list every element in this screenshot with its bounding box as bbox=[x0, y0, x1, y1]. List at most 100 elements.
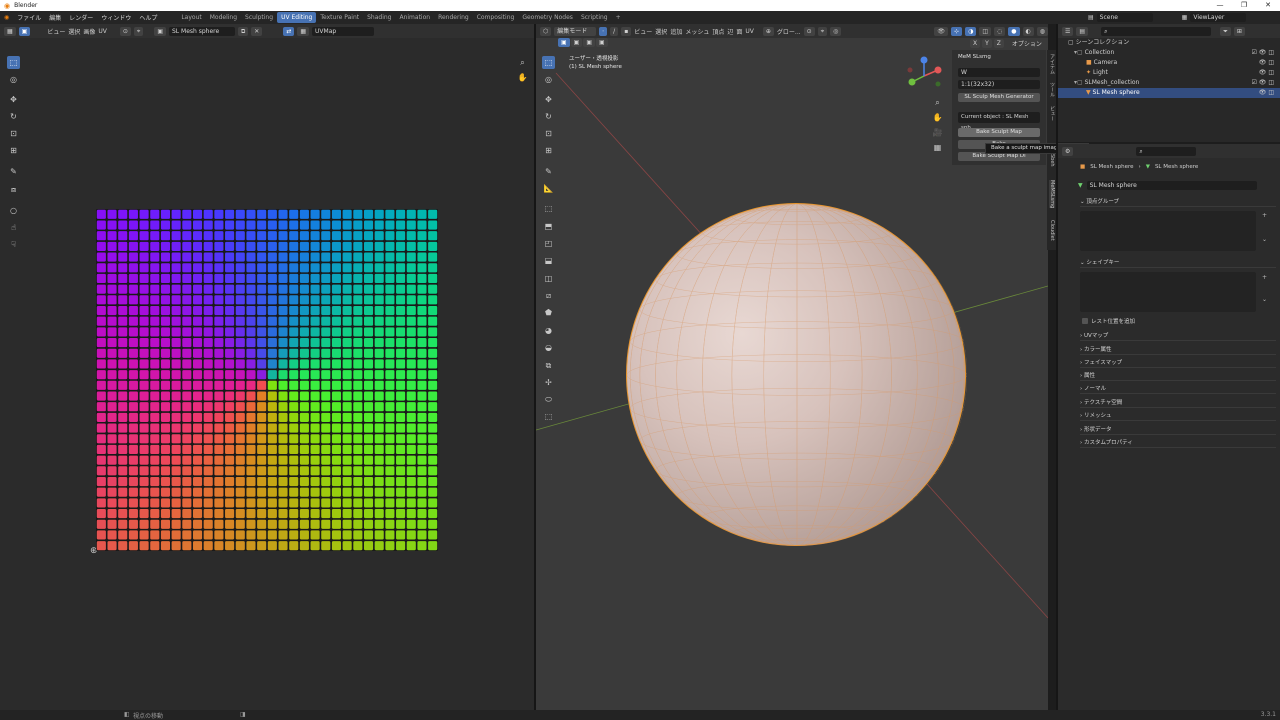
section-remesh[interactable]: › リメッシュ bbox=[1080, 412, 1276, 421]
display-mode-icon[interactable]: ▤ bbox=[1076, 26, 1089, 36]
v3d-menu-add[interactable]: 追加 bbox=[670, 27, 682, 36]
properties-editor-icon[interactable]: ⚙ bbox=[1062, 146, 1074, 156]
uvmap-icon[interactable]: ▦ bbox=[297, 26, 310, 36]
pinch-tool-icon[interactable]: ☟ bbox=[7, 238, 20, 251]
image-name-field[interactable]: SL Mesh sphere bbox=[168, 26, 235, 36]
tab-rendering[interactable]: Rendering bbox=[434, 12, 473, 23]
tab-uv-editing[interactable]: UV Editing bbox=[277, 12, 317, 23]
face-mode-icon[interactable]: ▪ bbox=[621, 26, 632, 36]
shading-wire-icon[interactable]: ◌ bbox=[994, 26, 1006, 36]
uv-menu-uv[interactable]: UV bbox=[98, 28, 107, 35]
tab-animation[interactable]: Animation bbox=[395, 12, 434, 23]
new-collection-icon[interactable]: ⊞ bbox=[1233, 26, 1245, 36]
filter-icon[interactable]: ⏷ bbox=[1220, 26, 1231, 36]
v3d-menu-vertex[interactable]: 頂点 bbox=[712, 27, 724, 36]
vertex-group-menu-icon[interactable]: ⌄ bbox=[1262, 236, 1267, 243]
mode-selector[interactable]: 編集モード bbox=[554, 26, 597, 36]
section-face-maps[interactable]: › フェイスマップ bbox=[1080, 359, 1276, 368]
cursor-tool-icon[interactable]: ◎ bbox=[7, 73, 20, 86]
outliner-row-sl-mesh-sphere[interactable]: ▼ SL Mesh sphere 👁 ◫ bbox=[1058, 88, 1280, 98]
properties-search-input[interactable]: ⌕ bbox=[1136, 146, 1197, 156]
outliner-row-camera[interactable]: ■ Camera 👁 ◫ bbox=[1058, 58, 1280, 68]
section-vertex-groups[interactable]: ⌄ 頂点グループ bbox=[1080, 198, 1276, 207]
v3d-menu-mesh[interactable]: メッシュ bbox=[685, 27, 709, 36]
v3d-menu-select[interactable]: 選択 bbox=[655, 27, 667, 36]
outliner-row-light[interactable]: ✦ Light 👁 ◫ bbox=[1058, 68, 1280, 78]
section-texture-space[interactable]: › テクスチャ空間 bbox=[1080, 399, 1276, 408]
menu-window[interactable]: ウィンドウ bbox=[97, 13, 135, 22]
snap-3d-icon[interactable]: ⌖ bbox=[817, 26, 828, 36]
v3d-menu-view[interactable]: ビュー bbox=[634, 27, 652, 36]
close-button[interactable]: ✕ bbox=[1256, 0, 1280, 11]
shape-key-menu-icon[interactable]: ⌄ bbox=[1262, 296, 1267, 303]
uv-menu-image[interactable]: 画像 bbox=[83, 27, 95, 36]
relax-tool-icon[interactable]: ☝ bbox=[7, 221, 20, 234]
shape-keys-list[interactable] bbox=[1080, 272, 1256, 312]
menu-render[interactable]: レンダー bbox=[65, 13, 97, 22]
tab-tool[interactable]: ツール bbox=[1049, 82, 1056, 97]
tab-layout[interactable]: Layout bbox=[177, 12, 205, 23]
menu-help[interactable]: ヘルプ bbox=[135, 13, 161, 22]
v3d-menu-face[interactable]: 面 bbox=[736, 27, 742, 36]
tab-modeling[interactable]: Modeling bbox=[206, 12, 241, 23]
sync-icon[interactable]: ⇄ bbox=[283, 26, 295, 36]
tab-geometry-nodes[interactable]: Geometry Nodes bbox=[518, 12, 577, 23]
view-layer-selector[interactable]: ViewLayer bbox=[1190, 13, 1247, 22]
image-browse-icon[interactable]: ▣ bbox=[154, 26, 166, 36]
uv-menu-select[interactable]: 選択 bbox=[68, 27, 80, 36]
select-mode-button[interactable]: ▣ bbox=[18, 26, 31, 36]
bake-sculpt-map-button[interactable]: Bake Sculpt Map bbox=[958, 128, 1040, 137]
grab-tool-icon[interactable]: ○ bbox=[7, 204, 20, 217]
visibility-toggles[interactable]: ☑ 👁 ◫ bbox=[1252, 48, 1274, 58]
edge-mode-icon[interactable]: / bbox=[610, 26, 619, 36]
addon-dropdown-1[interactable]: W bbox=[958, 68, 1040, 77]
tab-compositing[interactable]: Compositing bbox=[473, 12, 519, 23]
tab-memslsmg[interactable]: MeMSLsmg bbox=[1049, 180, 1055, 209]
orientation-icon[interactable]: ⊕ bbox=[762, 26, 774, 36]
pivot-icon[interactable]: ⊙ bbox=[119, 26, 131, 36]
xray-icon[interactable]: ◫ bbox=[979, 26, 991, 36]
proportional-icon[interactable]: ◎ bbox=[830, 26, 842, 36]
orientation-selector[interactable]: グロー... bbox=[777, 27, 801, 36]
rip-tool-icon[interactable]: ⧈ bbox=[7, 183, 20, 196]
rotate-tool-icon[interactable]: ↻ bbox=[7, 110, 20, 123]
tab-scripting[interactable]: Scripting bbox=[577, 12, 612, 23]
pivot-3d-icon[interactable]: ⊙ bbox=[803, 26, 815, 36]
scene-selector[interactable]: Scene bbox=[1096, 13, 1153, 22]
add-vertex-group-button[interactable]: + bbox=[1262, 212, 1267, 219]
zoom-icon[interactable]: ⌕ bbox=[516, 56, 529, 69]
section-uv-maps[interactable]: › UVマップ bbox=[1080, 332, 1276, 341]
new-image-icon[interactable]: ⧉ bbox=[237, 26, 249, 36]
section-shape-keys[interactable]: ⌄ シェイプキー bbox=[1080, 259, 1276, 268]
addon-size-dropdown[interactable]: 1:1(32x32) bbox=[958, 80, 1040, 89]
add-workspace-button[interactable]: + bbox=[612, 12, 625, 23]
select-tool-icon[interactable]: ⬚ bbox=[7, 56, 20, 69]
shading-solid-icon[interactable]: ● bbox=[1008, 26, 1020, 36]
checkbox-icon[interactable] bbox=[1082, 318, 1088, 324]
tab-shading[interactable]: Shading bbox=[363, 12, 395, 23]
unlink-image-icon[interactable]: ✕ bbox=[251, 26, 263, 36]
visibility-icon[interactable]: 👁 bbox=[934, 26, 949, 36]
shading-render-icon[interactable]: ◍ bbox=[1036, 26, 1048, 36]
tab-cloudlet[interactable]: Cloudlet bbox=[1049, 220, 1055, 241]
outliner-row-scene-collection[interactable]: ▢ シーンコレクション bbox=[1058, 38, 1280, 48]
tab-texture-paint[interactable]: Texture Paint bbox=[316, 12, 363, 23]
shading-material-icon[interactable]: ◐ bbox=[1022, 26, 1034, 36]
section-normals[interactable]: › ノーマル bbox=[1080, 385, 1276, 394]
overlay-icon[interactable]: ◑ bbox=[965, 26, 977, 36]
uv-menu-view[interactable]: ビュー bbox=[47, 27, 65, 36]
transform-tool-icon[interactable]: ⊞ bbox=[7, 144, 20, 157]
visibility-toggles[interactable]: 👁 ◫ bbox=[1259, 58, 1274, 68]
annotate-tool-icon[interactable]: ✎ bbox=[7, 165, 20, 178]
blender-menu-icon[interactable]: ◉ bbox=[0, 14, 13, 21]
outliner-editor-icon[interactable]: ☰ bbox=[1062, 26, 1074, 36]
sl-sculp-mesh-generator-button[interactable]: SL Sculp Mesh Generator bbox=[958, 93, 1040, 102]
mesh-data-name-field[interactable]: SL Mesh sphere bbox=[1086, 181, 1257, 190]
editor-type-3d-icon[interactable]: ⬡ bbox=[540, 26, 552, 36]
menu-edit[interactable]: 編集 bbox=[45, 13, 65, 22]
scale-tool-icon[interactable]: ⊡ bbox=[7, 127, 20, 140]
maximize-button[interactable]: ❐ bbox=[1232, 0, 1256, 11]
section-color-attributes[interactable]: › カラー属性 bbox=[1080, 346, 1276, 355]
outliner-row-collection[interactable]: ▾▢ Collection ☑ 👁 ◫ bbox=[1058, 48, 1280, 58]
uvmap-field[interactable]: UVMap bbox=[312, 26, 375, 36]
